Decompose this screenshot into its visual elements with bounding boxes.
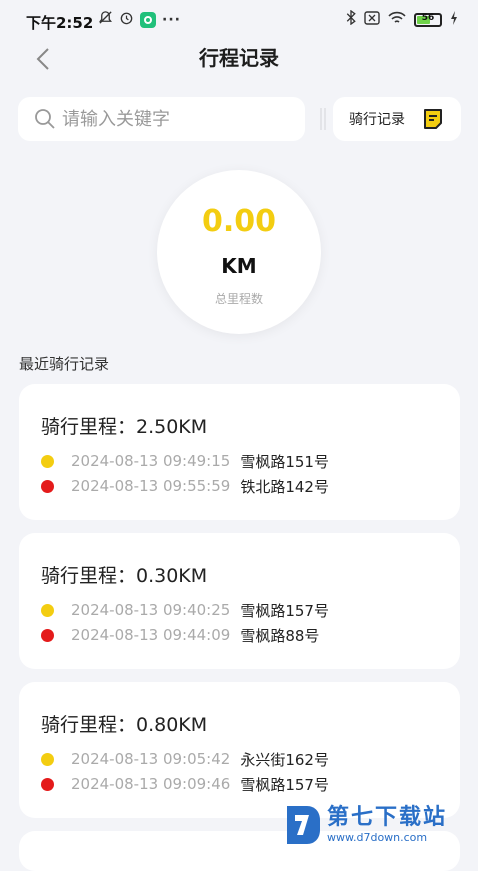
start-time: 2024-08-13 09:49:15 — [71, 452, 231, 470]
battery-level: 56 — [421, 12, 435, 23]
watermark-logo: 第七下载站 www.d7down.com — [283, 800, 478, 850]
total-distance-unit: KM — [221, 254, 257, 278]
section-title: 最近骑行记录 — [19, 355, 110, 373]
search-icon — [35, 109, 55, 129]
start-place: 雪枫路151号 — [240, 452, 329, 471]
start-dot-icon — [41, 454, 54, 468]
total-distance-value: 0.00 — [201, 204, 277, 239]
end-place: 雪枫路88号 — [240, 626, 320, 645]
search-box[interactable] — [18, 97, 305, 141]
end-time: 2024-08-13 09:44:09 — [71, 626, 231, 644]
end-dot-icon — [41, 628, 54, 642]
trip-end-row: 2024-08-13 09:55:59 铁北路142号 — [41, 476, 329, 496]
trip-end-row: 2024-08-13 09:44:09 雪枫路88号 — [41, 625, 319, 645]
start-dot-icon — [41, 752, 54, 766]
note-icon — [424, 109, 442, 129]
status-bar: 下午2:52 ··· 56 — [0, 0, 478, 44]
no-sim-icon — [364, 10, 380, 29]
trip-start-row: 2024-08-13 09:49:15 雪枫路151号 — [41, 451, 329, 471]
end-place: 铁北路142号 — [240, 477, 329, 496]
trip-distance: 骑行里程：0.30KM — [41, 565, 208, 587]
riding-record-button[interactable]: 骑行记录 — [333, 97, 461, 141]
start-dot-icon — [41, 603, 54, 617]
trip-start-row: 2024-08-13 09:05:42 永兴街162号 — [41, 749, 329, 769]
trip-start-row: 2024-08-13 09:40:25 雪枫路157号 — [41, 600, 329, 620]
start-time: 2024-08-13 09:40:25 — [71, 601, 231, 619]
trip-card[interactable]: 骑行里程：0.80KM 2024-08-13 09:05:42 永兴街162号 … — [19, 682, 460, 818]
notification-off-icon — [98, 10, 113, 29]
battery-icon: 56 — [414, 12, 442, 27]
start-place: 永兴街162号 — [240, 750, 329, 769]
end-dot-icon — [41, 479, 54, 493]
search-input[interactable] — [60, 107, 294, 131]
page-title: 行程记录 — [199, 46, 279, 70]
total-distance-caption: 总里程数 — [214, 292, 263, 306]
trip-distance: 骑行里程：0.80KM — [41, 714, 208, 736]
watermark-url: www.d7down.com — [327, 831, 428, 844]
wifi-icon — [388, 11, 406, 29]
trip-distance: 骑行里程：2.50KM — [41, 416, 208, 438]
status-left-icons: ··· — [98, 10, 181, 29]
watermark-name: 第七下载站 — [327, 805, 448, 830]
start-place: 雪枫路157号 — [240, 601, 329, 620]
end-dot-icon — [41, 777, 54, 791]
status-right-icons: 56 — [346, 9, 458, 29]
end-place: 雪枫路157号 — [240, 775, 329, 794]
divider-grip — [320, 108, 326, 130]
back-button[interactable] — [28, 44, 58, 74]
app-notification-icon — [140, 11, 156, 28]
total-distance-card: 0.00 KM 总里程数 — [157, 170, 321, 334]
charging-icon — [450, 10, 458, 29]
more-dots-icon: ··· — [162, 11, 181, 28]
status-time: 下午2:52 — [26, 14, 94, 32]
alarm-icon — [119, 10, 134, 29]
trip-end-row: 2024-08-13 09:09:46 雪枫路157号 — [41, 774, 329, 794]
end-time: 2024-08-13 09:55:59 — [71, 477, 231, 495]
end-time: 2024-08-13 09:09:46 — [71, 775, 231, 793]
riding-record-label: 骑行记录 — [349, 112, 405, 128]
trip-card[interactable]: 骑行里程：0.30KM 2024-08-13 09:40:25 雪枫路157号 … — [19, 533, 460, 669]
site-logo-icon — [287, 806, 320, 844]
trip-card[interactable]: 骑行里程：2.50KM 2024-08-13 09:49:15 雪枫路151号 … — [19, 384, 460, 520]
chevron-left-icon — [36, 48, 49, 70]
start-time: 2024-08-13 09:05:42 — [71, 750, 231, 768]
bluetooth-icon — [346, 9, 356, 29]
